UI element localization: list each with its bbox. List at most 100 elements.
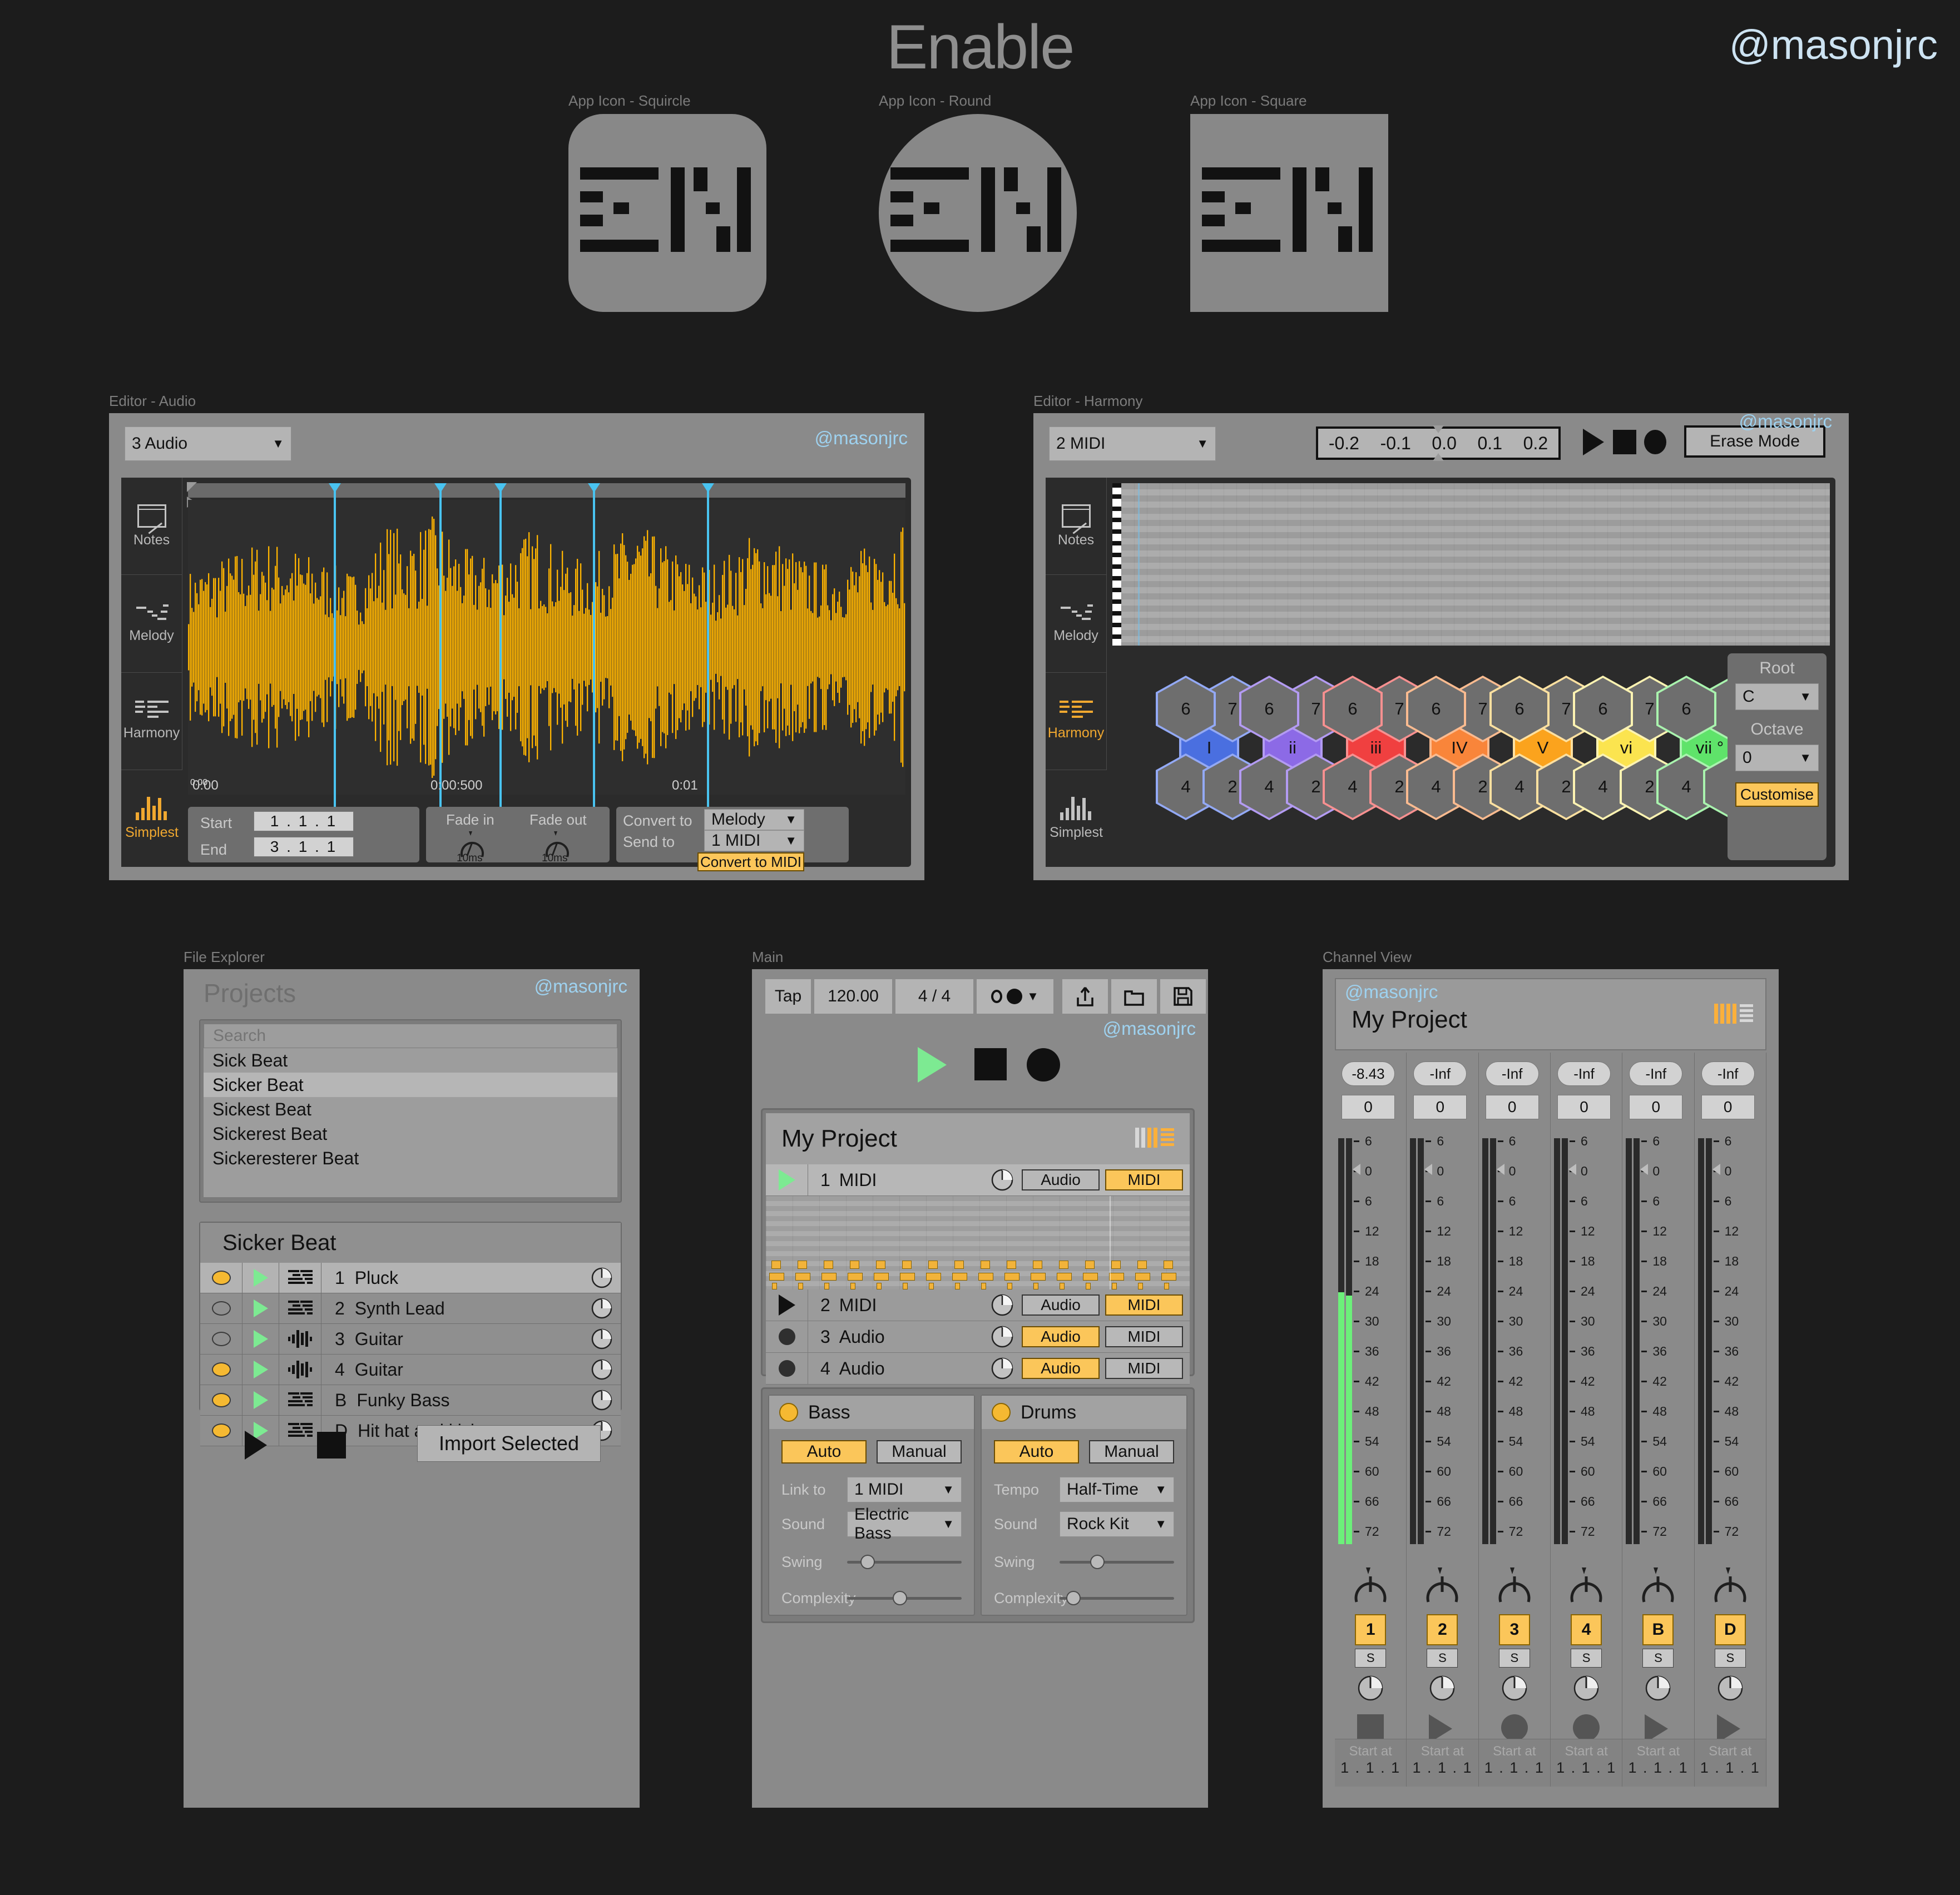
midi-note[interactable] <box>1138 1283 1143 1289</box>
track-volume-knob[interactable] <box>983 1357 1022 1380</box>
track-preview-button[interactable] <box>242 1324 279 1354</box>
midi-note[interactable] <box>1007 1261 1016 1269</box>
end-value[interactable]: 3 . 1 . 1 <box>254 837 354 857</box>
channel-meter[interactable]: 6 0 6 12 18 24 30 36 42 48 54 60 66 72 <box>1553 1134 1621 1552</box>
midi-note[interactable] <box>1112 1283 1117 1289</box>
track-volume-knob[interactable] <box>583 1267 621 1289</box>
fader-handle[interactable] <box>1353 1164 1360 1175</box>
midi-note[interactable] <box>850 1283 855 1289</box>
midi-note[interactable] <box>1111 1261 1121 1269</box>
list-item[interactable]: Sickerest Beat <box>204 1122 617 1146</box>
track-volume-knob[interactable] <box>983 1168 1022 1192</box>
midi-note[interactable] <box>1164 1261 1173 1269</box>
track-volume-knob[interactable] <box>983 1325 1022 1348</box>
cue-marker-handle[interactable] <box>329 483 341 493</box>
midi-note[interactable] <box>850 1261 859 1269</box>
sidebar-item-harmony[interactable]: Harmony <box>1046 672 1107 770</box>
midi-note[interactable] <box>928 1261 938 1269</box>
search-input[interactable] <box>213 1026 617 1045</box>
fader-handle[interactable] <box>1712 1164 1720 1175</box>
sidebar-item-melody[interactable]: Melody <box>1046 575 1107 673</box>
send-to-select[interactable]: 1 MIDI ▼ <box>704 830 804 851</box>
fader-handle[interactable] <box>1568 1164 1576 1175</box>
metronome-select[interactable]: ▼ <box>977 979 1053 1014</box>
midi-note[interactable] <box>900 1273 915 1281</box>
channel-pan-field[interactable]: 0 <box>1557 1095 1611 1119</box>
cue-marker[interactable] <box>334 483 336 808</box>
cue-marker-handle[interactable] <box>434 483 447 493</box>
channel-solo-button[interactable]: S <box>1714 1649 1746 1668</box>
track-volume-knob[interactable] <box>583 1358 621 1381</box>
sidebar-item-simplest[interactable]: Simplest <box>121 770 182 867</box>
table-row[interactable]: 1 Pluck <box>200 1263 621 1293</box>
cue-marker[interactable] <box>439 483 442 808</box>
midi-note[interactable] <box>1060 1283 1065 1289</box>
track-state-button[interactable] <box>766 1289 808 1321</box>
complexity-slider[interactable] <box>847 1591 962 1605</box>
project-track-list[interactable]: 1 Pluck 2 Synth Lead 3 Guitar 4 Guitar B… <box>200 1263 621 1446</box>
fader-handle[interactable] <box>1424 1164 1433 1175</box>
channel-start-at[interactable]: Start at 1 . 1 . 1 <box>1694 1739 1766 1787</box>
channel-pan-knob[interactable] <box>1695 1567 1766 1606</box>
track-state-button[interactable] <box>766 1164 808 1195</box>
midi-note[interactable] <box>1083 1273 1098 1281</box>
complexity-slider-handle[interactable] <box>892 1591 907 1605</box>
piano-roll-cells[interactable] <box>1121 483 1830 646</box>
channel-db-readout[interactable]: -8.43 <box>1342 1061 1395 1086</box>
sidebar-item-notes[interactable]: Notes <box>1046 478 1107 576</box>
swing-slider[interactable] <box>847 1555 962 1569</box>
generator-manual-button[interactable]: Manual <box>877 1440 962 1464</box>
track-type-midi-button[interactable]: MIDI <box>1105 1358 1183 1379</box>
swing-slider[interactable] <box>1060 1555 1174 1569</box>
cue-marker-handle[interactable] <box>494 483 507 493</box>
channel-db-readout[interactable]: -Inf <box>1557 1061 1611 1086</box>
channel-db-readout[interactable]: -Inf <box>1413 1061 1467 1086</box>
track-volume-knob[interactable] <box>583 1389 621 1411</box>
midi-note[interactable] <box>1057 1273 1072 1281</box>
midi-note[interactable] <box>1161 1273 1176 1281</box>
sidebar-item-notes[interactable]: Notes <box>121 478 182 576</box>
app-icon-round[interactable] <box>879 114 1077 312</box>
cue-marker-handle[interactable] <box>702 483 714 493</box>
midi-note[interactable] <box>903 1283 908 1289</box>
midi-note[interactable] <box>876 1261 885 1269</box>
generator-row2-select[interactable]: Rock Kit ▼ <box>1060 1511 1174 1537</box>
channel-pan-knob[interactable] <box>1551 1567 1622 1606</box>
track-volume-knob[interactable] <box>983 1293 1022 1317</box>
midi-note[interactable] <box>1031 1273 1046 1281</box>
channel-volume-knob[interactable] <box>1716 1674 1744 1705</box>
channel-state-icon[interactable] <box>1573 1714 1600 1741</box>
app-icon-square[interactable] <box>1190 114 1388 312</box>
play-icon[interactable] <box>918 1047 947 1083</box>
table-row[interactable]: 1 MIDI Audio MIDI <box>766 1164 1190 1196</box>
midi-note[interactable] <box>1004 1273 1019 1281</box>
track-type-audio-button[interactable]: Audio <box>1022 1326 1100 1347</box>
midi-note[interactable] <box>1033 1283 1038 1289</box>
midi-note[interactable] <box>798 1283 803 1289</box>
channel-pan-field[interactable]: 0 <box>1342 1095 1395 1119</box>
channel-solo-button[interactable]: S <box>1498 1649 1530 1668</box>
channel-id-button[interactable]: 4 <box>1571 1614 1602 1645</box>
track-type-midi-button[interactable]: MIDI <box>1105 1169 1183 1190</box>
channel-solo-button[interactable]: S <box>1571 1649 1602 1668</box>
midi-note[interactable] <box>952 1273 967 1281</box>
channel-solo-button[interactable]: S <box>1355 1649 1387 1668</box>
track-preview-button[interactable] <box>242 1263 279 1293</box>
track-volume-knob[interactable] <box>583 1328 621 1350</box>
midi-note[interactable] <box>874 1273 889 1281</box>
piano-keys[interactable] <box>1112 483 1121 646</box>
midi-note[interactable] <box>769 1273 784 1281</box>
channel-db-readout[interactable]: -Inf <box>1485 1061 1539 1086</box>
generator-enable-dot[interactable] <box>992 1403 1011 1422</box>
channel-meter[interactable]: 6 0 6 12 18 24 30 36 42 48 54 60 66 72 <box>1410 1134 1477 1552</box>
generator-manual-button[interactable]: Manual <box>1089 1440 1174 1464</box>
track-piano-roll[interactable] <box>766 1196 1190 1289</box>
midi-note[interactable] <box>771 1261 781 1269</box>
generator-row1-select[interactable]: Half-Time ▼ <box>1060 1477 1174 1502</box>
play-icon[interactable] <box>1583 429 1604 455</box>
track-enable-toggle[interactable] <box>200 1263 242 1293</box>
open-folder-button[interactable] <box>1111 979 1157 1014</box>
track-state-button[interactable] <box>766 1353 808 1384</box>
main-track-list[interactable]: 1 MIDI Audio MIDI 2 MIDI Audio MIDI 3 Au… <box>766 1164 1190 1385</box>
midi-note[interactable] <box>929 1283 934 1289</box>
